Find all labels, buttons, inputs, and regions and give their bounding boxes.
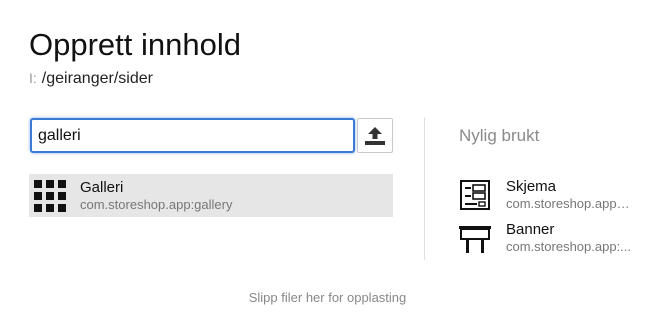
path-value: /geiranger/sider	[41, 70, 153, 87]
upload-button[interactable]	[357, 118, 393, 153]
recent-item-name: Banner	[506, 221, 555, 238]
result-subtitle: com.storeshop.app:gallery	[80, 196, 233, 212]
column-divider	[424, 117, 425, 260]
recent-item-banner[interactable]: Banner com.storeshop.app:...	[457, 218, 637, 258]
recent-item-skjema[interactable]: Skjema com.storeshop.app:f...	[457, 175, 637, 215]
location-path: I: /geiranger/sider	[29, 70, 153, 88]
recent-item-name: Skjema	[506, 178, 557, 195]
result-item-galleri[interactable]: Galleri com.storeshop.app:gallery	[29, 174, 393, 217]
search-input[interactable]	[32, 120, 353, 151]
recent-item-subtitle: com.storeshop.app:...	[506, 239, 631, 254]
billboard-icon	[457, 220, 493, 256]
search-box	[30, 118, 355, 153]
upload-icon	[365, 126, 385, 145]
drop-zone-hint: Slipp filer her for opplasting	[248, 290, 407, 305]
path-prefix-label: I:	[29, 70, 37, 86]
recent-heading: Nylig brukt	[459, 126, 540, 145]
recent-item-subtitle: com.storeshop.app:f...	[506, 196, 631, 211]
form-icon	[457, 177, 493, 213]
grid-icon	[32, 178, 68, 214]
page-title: Opprett innhold	[29, 27, 241, 62]
result-name: Galleri	[80, 178, 124, 196]
